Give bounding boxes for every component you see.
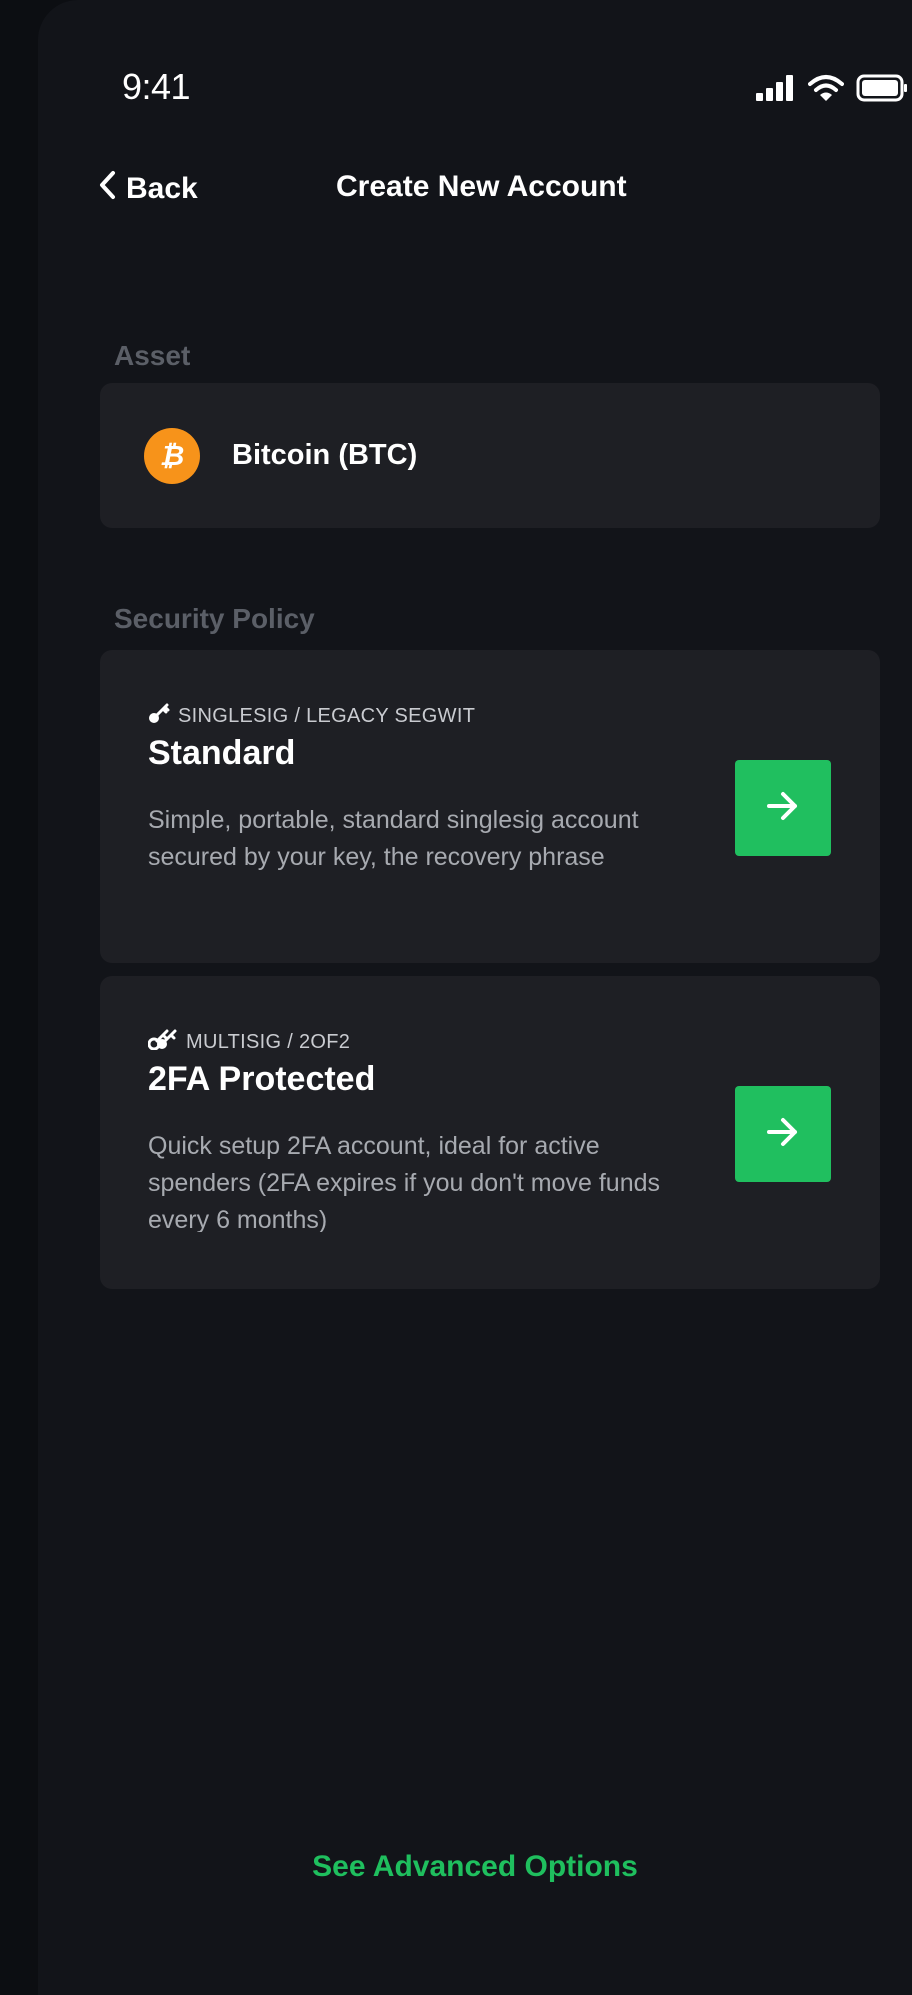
policy-tag-label: SINGLESIG / LEGACY SEGWIT — [178, 704, 476, 727]
page-title: Create New Account — [336, 170, 627, 203]
policy-tag: MULTISIG / 2OF2 — [147, 1028, 351, 1056]
phone-screen: 9:41 Back Create New Account Asset ₿ Bit… — [38, 0, 912, 1995]
select-2fa-protected-button[interactable] — [735, 1086, 831, 1182]
battery-icon — [856, 74, 908, 107]
policy-description: Quick setup 2FA account, ideal for activ… — [148, 1132, 660, 1232]
status-time: 9:41 — [122, 66, 191, 107]
policy-card-standard[interactable]: SINGLESIG / LEGACY SEGWIT Standard Simpl… — [100, 650, 880, 963]
keys-icon — [147, 1028, 178, 1056]
nav-bar: Back Create New Account — [38, 170, 912, 220]
cellular-signal-icon — [756, 75, 796, 106]
wifi-icon — [808, 74, 844, 107]
bitcoin-icon: ₿ — [144, 428, 200, 484]
policy-card-2fa-protected[interactable]: MULTISIG / 2OF2 2FA Protected Quick setu… — [100, 976, 880, 1289]
policy-title: 2FA Protected — [148, 1060, 376, 1098]
arrow-right-icon — [765, 790, 801, 827]
key-icon — [148, 702, 170, 730]
back-label: Back — [126, 172, 198, 205]
select-standard-button[interactable] — [735, 760, 831, 856]
policy-title: Standard — [148, 734, 296, 772]
asset-section-label: Asset — [114, 340, 191, 371]
asset-name: Bitcoin (BTC) — [232, 439, 418, 471]
security-policy-section-label: Security Policy — [114, 603, 315, 634]
back-button[interactable]: Back — [98, 170, 198, 208]
arrow-right-icon — [765, 1116, 801, 1153]
chevron-left-icon — [98, 170, 116, 208]
asset-selector[interactable]: ₿ Bitcoin (BTC) — [100, 383, 880, 528]
policy-description: Simple, portable, standard singlesig acc… — [148, 806, 639, 871]
status-icons — [756, 74, 908, 107]
see-advanced-options-link[interactable]: See Advanced Options — [38, 1850, 912, 1884]
policy-tag-label: MULTISIG / 2OF2 — [186, 1030, 351, 1053]
policy-tag: SINGLESIG / LEGACY SEGWIT — [148, 702, 475, 730]
